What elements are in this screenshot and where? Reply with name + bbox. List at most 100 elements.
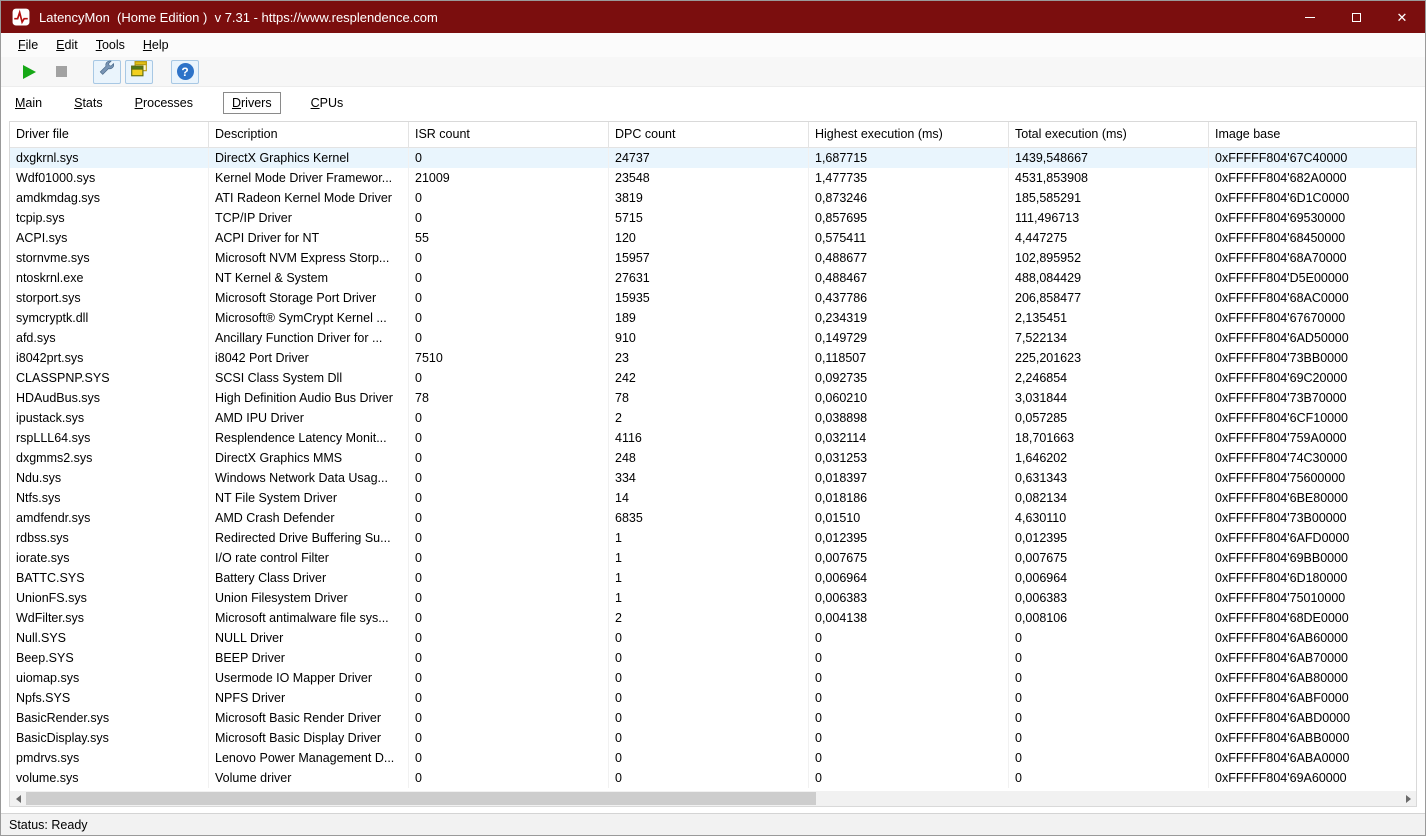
table-cell: 0 bbox=[809, 668, 1009, 688]
horizontal-scrollbar[interactable] bbox=[10, 791, 1416, 806]
table-cell: ntoskrnl.exe bbox=[10, 268, 209, 288]
table-cell: 0 bbox=[809, 768, 1009, 788]
table-cell: NT File System Driver bbox=[209, 488, 409, 508]
table-cell: 21009 bbox=[409, 168, 609, 188]
minimize-button[interactable] bbox=[1287, 1, 1333, 33]
table-row[interactable]: afd.sys Ancillary Function Driver for ...… bbox=[10, 328, 1416, 348]
table-cell: 0xFFFFF804'D5E00000 bbox=[1215, 271, 1349, 285]
window-views-button[interactable] bbox=[125, 59, 153, 84]
table-row[interactable]: UnionFS.sys Union Filesystem Driver 0 1 0,00… bbox=[10, 588, 1416, 608]
table-row[interactable]: ntoskrnl.exe NT Kernel & System 0 27631 0,48… bbox=[10, 268, 1416, 288]
column-header-highest-execution-ms[interactable]: Highest execution (ms) bbox=[809, 122, 1009, 147]
table-row[interactable]: BasicRender.sys Microsoft Basic Render Dr… bbox=[10, 708, 1416, 728]
table-cell: 0,118507 bbox=[809, 348, 1009, 368]
scroll-right-button[interactable] bbox=[1400, 791, 1416, 806]
table-cell: 0,873246 bbox=[809, 188, 1009, 208]
table-row[interactable]: i8042prt.sys i8042 Port Driver 7510 23 0,118… bbox=[10, 348, 1416, 368]
tab-main[interactable]: Main bbox=[13, 92, 44, 114]
scroll-left-button[interactable] bbox=[10, 791, 26, 806]
table-cell: 7510 bbox=[409, 348, 609, 368]
menu-help[interactable]: Help bbox=[134, 35, 178, 55]
table-cell: NT Kernel & System bbox=[209, 268, 409, 288]
table-cell: 18,701663 bbox=[1009, 428, 1209, 448]
table-cell: stornvme.sys bbox=[10, 248, 209, 268]
table-row[interactable]: dxgmms2.sys DirectX Graphics MMS 0 248 0,031… bbox=[10, 448, 1416, 468]
table-cell: 0,031253 bbox=[809, 448, 1009, 468]
table-row[interactable]: amdfendr.sys AMD Crash Defender 0 6835 0,015… bbox=[10, 508, 1416, 528]
tab-stats[interactable]: Stats bbox=[72, 92, 105, 114]
menu-tools[interactable]: Tools bbox=[87, 35, 134, 55]
table-cell: 0,006383 bbox=[1009, 588, 1209, 608]
table-row[interactable]: amdkmdag.sys ATI Radeon Kernel Mode Drive… bbox=[10, 188, 1416, 208]
table-cell: 0 bbox=[609, 768, 809, 788]
scroll-left-icon bbox=[15, 794, 21, 803]
table-cell: amdfendr.sys bbox=[10, 508, 209, 528]
column-header-dpc-count[interactable]: DPC count bbox=[609, 122, 809, 147]
table-cell: BasicDisplay.sys bbox=[10, 728, 209, 748]
table-row[interactable]: symcryptk.dll Microsoft® SymCrypt Kernel … bbox=[10, 308, 1416, 328]
tab-drivers[interactable]: Drivers bbox=[222, 92, 281, 114]
table-cell: 0 bbox=[609, 708, 809, 728]
table-row[interactable]: ipustack.sys AMD IPU Driver 0 2 0,038898 0,05… bbox=[10, 408, 1416, 428]
table-row[interactable]: volume.sys Volume driver 0 0 0 0 0xFFFFF804'69… bbox=[10, 768, 1416, 788]
table-row[interactable]: ACPI.sys ACPI Driver for NT 55 120 0,575411 4… bbox=[10, 228, 1416, 248]
table-row[interactable]: iorate.sys I/O rate control Filter 0 1 0,007… bbox=[10, 548, 1416, 568]
table-cell: NULL Driver bbox=[209, 628, 409, 648]
table-row[interactable]: Wdf01000.sys Kernel Mode Driver Framewor.… bbox=[10, 168, 1416, 188]
table-row[interactable]: BasicDisplay.sys Microsoft Basic Display … bbox=[10, 728, 1416, 748]
maximize-button[interactable] bbox=[1333, 1, 1379, 33]
column-header-isr-count[interactable]: ISR count bbox=[409, 122, 609, 147]
scroll-right-icon bbox=[1405, 794, 1411, 803]
table-row[interactable]: rdbss.sys Redirected Drive Buffering Su..… bbox=[10, 528, 1416, 548]
table-row[interactable]: storport.sys Microsoft Storage Port Drive… bbox=[10, 288, 1416, 308]
stop-monitor-button[interactable] bbox=[47, 60, 75, 84]
table-cell: 0xFFFFF804'69A60000 bbox=[1215, 771, 1347, 785]
table-cell: 0 bbox=[1009, 648, 1209, 668]
table-row[interactable]: Ntfs.sys NT File System Driver 0 14 0,018186… bbox=[10, 488, 1416, 508]
table-cell: 0 bbox=[609, 668, 809, 688]
table-row[interactable]: uiomap.sys Usermode IO Mapper Driver 0 0 0 0 0… bbox=[10, 668, 1416, 688]
table-row[interactable]: BATTC.SYS Battery Class Driver 0 1 0,006964 0… bbox=[10, 568, 1416, 588]
menubar: File Edit Tools Help bbox=[1, 33, 1425, 57]
tab-processes[interactable]: Processes bbox=[133, 92, 195, 114]
table-row[interactable]: dxgkrnl.sys DirectX Graphics Kernel 0 24737… bbox=[10, 148, 1416, 168]
table-row[interactable]: CLASSPNP.SYS SCSI Class System Dll 0 242 0,0… bbox=[10, 368, 1416, 388]
table-row[interactable]: Beep.SYS BEEP Driver 0 0 0 0 0xFFFFF804'6AB700… bbox=[10, 648, 1416, 668]
table-cell: 0xFFFFF804'69C20000 bbox=[1215, 371, 1348, 385]
table-row[interactable]: WdFilter.sys Microsoft antimalware file s… bbox=[10, 608, 1416, 628]
table-cell: 2,135451 bbox=[1009, 308, 1209, 328]
table-cell: i8042prt.sys bbox=[10, 348, 209, 368]
menu-edit[interactable]: Edit bbox=[47, 35, 87, 55]
table-cell: ATI Radeon Kernel Mode Driver bbox=[209, 188, 409, 208]
table-row[interactable]: HDAudBus.sys High Definition Audio Bus Dr… bbox=[10, 388, 1416, 408]
table-row[interactable]: Null.SYS NULL Driver 0 0 0 0 0xFFFFF804'6AB600… bbox=[10, 628, 1416, 648]
column-header-total-execution-ms[interactable]: Total execution (ms) bbox=[1009, 122, 1209, 147]
table-cell: 7,522134 bbox=[1009, 328, 1209, 348]
column-header-driver-file[interactable]: Driver file bbox=[10, 122, 209, 147]
statusbar: Status: Ready bbox=[1, 813, 1425, 835]
table-row[interactable]: Npfs.SYS NPFS Driver 0 0 0 0 0xFFFFF804'6ABF00… bbox=[10, 688, 1416, 708]
table-row[interactable]: stornvme.sys Microsoft NVM Express Storp.… bbox=[10, 248, 1416, 268]
table-cell: 0,004138 bbox=[809, 608, 1009, 628]
table-row[interactable]: pmdrvs.sys Lenovo Power Management D... 0 0… bbox=[10, 748, 1416, 768]
help-button[interactable]: ? bbox=[171, 59, 199, 84]
column-header-image-base[interactable]: Image base bbox=[1209, 122, 1416, 147]
table-cell: 0 bbox=[409, 508, 609, 528]
tools-button[interactable] bbox=[93, 59, 121, 84]
table-row[interactable]: tcpip.sys TCP/IP Driver 0 5715 0,857695 111,4… bbox=[10, 208, 1416, 228]
table-cell: volume.sys bbox=[10, 768, 209, 788]
table-row[interactable]: Ndu.sys Windows Network Data Usag... 0 334 0… bbox=[10, 468, 1416, 488]
column-header-description[interactable]: Description bbox=[209, 122, 409, 147]
table-cell: ACPI.sys bbox=[10, 228, 209, 248]
scrollbar-thumb[interactable] bbox=[26, 792, 817, 805]
table-row[interactable]: rspLLL64.sys Resplendence Latency Monit..… bbox=[10, 428, 1416, 448]
menu-file[interactable]: File bbox=[9, 35, 47, 55]
table-cell: Microsoft NVM Express Storp... bbox=[209, 248, 409, 268]
start-monitor-button[interactable] bbox=[15, 60, 43, 84]
close-button[interactable]: ✕ bbox=[1379, 1, 1425, 33]
scrollbar-track[interactable] bbox=[26, 791, 1400, 806]
table-cell: 488,084429 bbox=[1009, 268, 1209, 288]
window-title: LatencyMon (Home Edition ) v 7.31 - http… bbox=[39, 9, 438, 25]
table-cell: 0 bbox=[409, 568, 609, 588]
tab-cpus[interactable]: CPUs bbox=[309, 92, 346, 114]
